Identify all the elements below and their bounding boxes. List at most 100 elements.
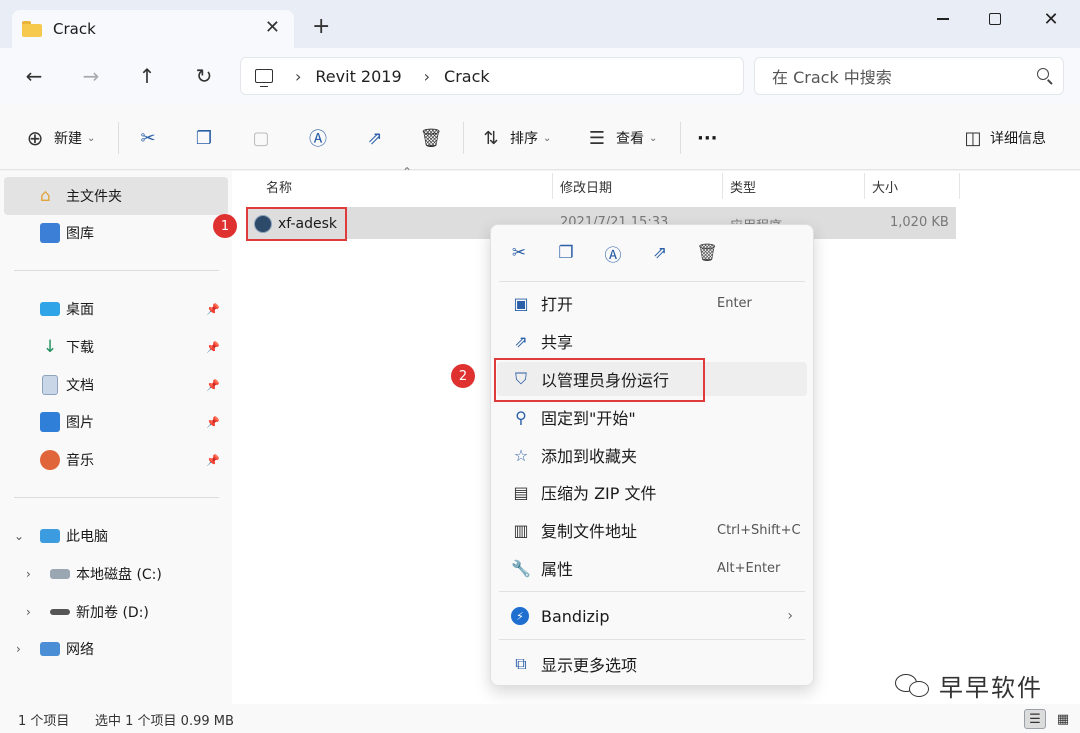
column-divider[interactable] <box>864 173 865 199</box>
copy-button[interactable]: ❐ <box>193 126 215 150</box>
sidebar-item-network[interactable]: › 网络 <box>4 630 228 668</box>
file-name: xf-adesk <box>278 216 337 232</box>
pin-icon[interactable]: 📌 <box>206 341 220 354</box>
sidebar-item-label: 图库 <box>66 226 94 242</box>
chevron-down-icon[interactable]: ⌄ <box>14 529 24 543</box>
sidebar-item-label: 音乐 <box>66 453 94 469</box>
view-button[interactable]: ☰ 查看 ⌄ <box>586 126 657 150</box>
close-window-button[interactable]: ✕ <box>1036 6 1066 32</box>
clipboard-icon: ▢ <box>252 127 270 149</box>
details-button[interactable]: ◫ 详细信息 <box>962 126 1046 150</box>
tab-crack[interactable]: Crack ✕ <box>12 10 294 48</box>
sidebar-item-drive-c[interactable]: › 本地磁盘 (C:) <box>4 555 228 593</box>
menu-item-shortcut: Alt+Enter <box>717 560 781 576</box>
column-divider[interactable] <box>959 173 960 199</box>
menu-item-properties[interactable]: 🔧 属性 Alt+Enter <box>497 551 807 585</box>
chevron-down-icon: ⌄ <box>87 132 96 144</box>
more-button[interactable]: ··· <box>697 126 718 150</box>
divider <box>463 122 464 154</box>
share-icon[interactable]: ⇗ <box>646 239 674 267</box>
command-bar: ⊕ 新建 ⌄ ✂ ❐ ▢ Ⓐ ⇗ 🗑 ⇅ 排序 ⌄ ☰ 查看 ⌄ ··· ◫ 详… <box>0 104 1080 170</box>
item-count: 1 个项目 <box>18 714 70 729</box>
cut-button[interactable]: ✂ <box>137 126 159 150</box>
sidebar-item-drive-d[interactable]: › 新加卷 (D:) <box>4 593 228 631</box>
menu-item-show-more[interactable]: ⧉ 显示更多选项 <box>497 647 807 681</box>
chevron-right-icon[interactable]: › <box>16 642 21 656</box>
tiles-view-icon[interactable]: ▦ <box>1052 709 1074 729</box>
share-button[interactable]: ⇗ <box>364 126 386 150</box>
new-button[interactable]: ⊕ 新建 ⌄ <box>24 126 96 150</box>
sort-ascending-icon: ⌃ <box>402 165 413 179</box>
search-input[interactable]: 在 Crack 中搜索 <box>754 57 1064 95</box>
sidebar-item-label: 主文件夹 <box>66 189 122 205</box>
details-view-icon[interactable]: ☰ <box>1024 709 1046 729</box>
column-size[interactable]: 大小 <box>872 171 898 201</box>
sidebar-item-music[interactable]: 音乐 📌 <box>4 441 228 479</box>
sidebar-item-downloads[interactable]: ↓ 下载 📌 <box>4 328 228 366</box>
chevron-right-icon[interactable]: › <box>26 605 31 619</box>
cut-icon[interactable]: ✂ <box>505 239 533 267</box>
menu-item-share[interactable]: ⇗ 共享 <box>497 324 807 358</box>
sidebar-item-gallery[interactable]: 图库 <box>4 214 228 252</box>
breadcrumb-revit[interactable]: Revit 2019 <box>315 67 401 86</box>
menu-item-label: Bandizip <box>541 606 610 626</box>
sidebar-item-label: 本地磁盘 (C:) <box>76 567 162 583</box>
sidebar-item-pictures[interactable]: 图片 📌 <box>4 403 228 441</box>
refresh-button[interactable]: ↻ <box>190 62 218 90</box>
chevron-down-icon: ⌄ <box>649 132 658 144</box>
delete-button[interactable]: 🗑 <box>420 126 443 150</box>
view-list-icon: ☰ <box>588 127 606 149</box>
column-divider[interactable] <box>552 173 553 199</box>
tab-close-icon[interactable]: ✕ <box>265 19 280 37</box>
sort-icon: ⇅ <box>483 127 499 149</box>
menu-item-add-favorites[interactable]: ☆ 添加到收藏夹 <box>497 438 807 472</box>
back-button[interactable]: ← <box>20 62 48 90</box>
menu-item-open[interactable]: ▣ 打开 Enter <box>497 286 807 320</box>
pin-icon[interactable]: 📌 <box>206 416 220 429</box>
column-type[interactable]: 类型 <box>730 171 756 201</box>
trash-icon[interactable]: 🗑 <box>693 239 721 267</box>
pin-icon[interactable]: 📌 <box>206 379 220 392</box>
menu-item-label: 复制文件地址 <box>541 522 638 541</box>
new-tab-button[interactable]: + <box>312 16 330 38</box>
file-name-cell[interactable]: xf-adesk <box>246 207 347 241</box>
watermark: 早早软件 <box>895 668 1043 702</box>
pin-icon[interactable]: 📌 <box>206 454 220 467</box>
paste-button[interactable]: ▢ <box>250 126 272 150</box>
menu-item-bandizip[interactable]: ⚡ Bandizip › <box>497 599 807 633</box>
pin-icon[interactable]: 📌 <box>206 303 220 316</box>
computer-icon <box>40 529 60 543</box>
column-divider[interactable] <box>722 173 723 199</box>
zip-icon: ▤ <box>513 482 529 502</box>
rename-button[interactable]: Ⓐ <box>307 126 329 150</box>
step-badge-2: 2 <box>451 364 475 388</box>
chevron-right-icon[interactable]: › <box>26 567 31 581</box>
menu-item-compress-zip[interactable]: ▤ 压缩为 ZIP 文件 <box>497 475 807 509</box>
column-name[interactable]: 名称 <box>266 171 292 201</box>
menu-item-pin-to-start[interactable]: ⚲ 固定到"开始" <box>497 400 807 434</box>
breadcrumb-crack[interactable]: Crack <box>444 67 490 86</box>
chevron-right-icon: › <box>295 66 302 86</box>
up-button[interactable]: ↑ <box>133 62 161 90</box>
sidebar-item-label: 下载 <box>66 340 94 356</box>
star-icon: ☆ <box>513 445 529 465</box>
search-placeholder: 在 Crack 中搜索 <box>772 68 892 87</box>
maximize-button[interactable] <box>980 6 1010 32</box>
plus-circle-icon: ⊕ <box>26 126 44 150</box>
menu-item-copy-path[interactable]: ▥ 复制文件地址 Ctrl+Shift+C <box>497 513 807 547</box>
step-badge-1: 1 <box>213 214 237 238</box>
application-icon <box>254 215 272 233</box>
sidebar-item-documents[interactable]: 文档 📌 <box>4 366 228 404</box>
copy-icon[interactable]: ❐ <box>552 239 580 267</box>
sidebar-item-home[interactable]: ⌂ 主文件夹 <box>4 177 228 215</box>
sidebar-item-this-pc[interactable]: ⌄ 此电脑 <box>4 517 228 555</box>
details-pane-icon: ◫ <box>964 127 982 149</box>
minimize-button[interactable] <box>928 6 958 32</box>
rename-icon[interactable]: Ⓐ <box>599 239 627 267</box>
sort-button[interactable]: ⇅ 排序 ⌄ <box>480 126 551 150</box>
column-modified[interactable]: 修改日期 <box>560 171 612 201</box>
sidebar-item-desktop[interactable]: 桌面 📌 <box>4 290 228 328</box>
address-bar[interactable]: › Revit 2019 › Crack <box>240 57 744 95</box>
search-icon <box>1037 68 1049 80</box>
forward-button[interactable]: → <box>77 62 105 90</box>
